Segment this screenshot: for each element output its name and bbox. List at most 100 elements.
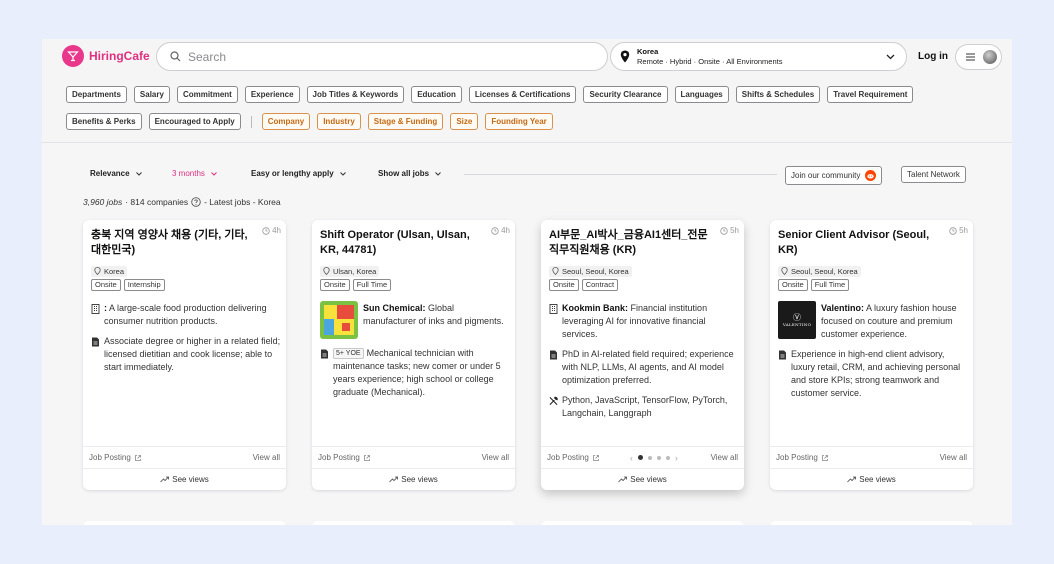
posted-time-label: 4h bbox=[272, 226, 281, 235]
job-title[interactable]: AI부문_AI박사_금융AI1센터_전문직무직원채용 (KR) bbox=[549, 228, 715, 258]
filter-size[interactable]: Size bbox=[450, 113, 479, 130]
location-label: Korea bbox=[104, 266, 125, 276]
company-row: Valentino: A luxury fashion house focuse… bbox=[821, 302, 967, 341]
next-row-card bbox=[312, 521, 515, 525]
company-name: Sun Chemical: bbox=[363, 303, 426, 313]
talent-network-button[interactable]: Talent Network bbox=[901, 166, 966, 183]
carousel-dot[interactable] bbox=[647, 455, 652, 460]
date-range-dropdown[interactable]: 3 months bbox=[172, 169, 218, 178]
search-input[interactable]: Search bbox=[156, 42, 608, 71]
chevron-down-icon bbox=[886, 54, 895, 60]
location-title: Korea bbox=[637, 46, 659, 56]
tag: Onsite bbox=[91, 279, 121, 291]
filter-founding-year[interactable]: Founding Year bbox=[485, 113, 553, 130]
tag: Full Time bbox=[810, 279, 850, 291]
chevron-down-icon bbox=[339, 171, 346, 176]
document-icon bbox=[550, 350, 557, 360]
filter-commitment[interactable]: Commitment bbox=[176, 86, 238, 103]
apply-type-dropdown[interactable]: Easy or lengthy apply bbox=[251, 169, 347, 178]
chevron-left-icon[interactable]: ‹ bbox=[630, 453, 633, 463]
account-menu-button[interactable] bbox=[955, 44, 1002, 70]
job-posting-link[interactable]: Job Posting bbox=[547, 453, 589, 462]
location-tag: Seoul, Seoul, Korea bbox=[778, 265, 861, 277]
external-link-icon bbox=[821, 454, 828, 461]
location-tag: Seoul, Seoul, Korea bbox=[549, 265, 632, 277]
requirements-row: Associate degree or higher in a related … bbox=[91, 335, 281, 374]
view-all-link[interactable]: View all bbox=[711, 453, 738, 462]
login-link[interactable]: Log in bbox=[918, 51, 948, 62]
external-link-icon bbox=[134, 454, 141, 461]
filter-industry[interactable]: Industry bbox=[317, 113, 361, 130]
sort-relevance[interactable]: Relevance bbox=[90, 169, 143, 178]
view-all-link[interactable]: View all bbox=[940, 453, 967, 462]
carousel-dot[interactable] bbox=[665, 455, 670, 460]
filter-shifts[interactable]: Shifts & Schedules bbox=[735, 86, 821, 103]
join-community-button[interactable]: Join our community bbox=[785, 166, 883, 185]
talent-network-label: Talent Network bbox=[907, 170, 960, 179]
filter-job-titles[interactable]: Job Titles & Keywords bbox=[306, 86, 405, 103]
job-posting-link[interactable]: Job Posting bbox=[318, 453, 360, 462]
show-jobs-label: Show all jobs bbox=[378, 169, 430, 178]
filter-experience[interactable]: Experience bbox=[244, 86, 300, 103]
view-all-link[interactable]: View all bbox=[482, 453, 509, 462]
skills-row: Python, JavaScript, TensorFlow, PyTorch,… bbox=[549, 394, 739, 420]
tag: Onsite bbox=[320, 279, 350, 291]
filter-encouraged[interactable]: Encouraged to Apply bbox=[148, 113, 241, 130]
job-title[interactable]: 충북 지역 영양사 채용 (기타, 기타, 대한민국) bbox=[91, 228, 257, 258]
filter-education[interactable]: Education bbox=[411, 86, 462, 103]
document-icon bbox=[92, 337, 99, 347]
filter-company[interactable]: Company bbox=[261, 113, 311, 130]
results-summary: 3,960 jobs · 814 companies - Latest jobs… bbox=[83, 197, 281, 207]
next-row-card bbox=[541, 521, 744, 525]
carousel-dot[interactable] bbox=[637, 455, 643, 460]
see-views-button[interactable]: See views bbox=[770, 468, 973, 490]
location-selector[interactable]: Korea Remote · Hybrid · Onsite · All Env… bbox=[610, 42, 907, 71]
yoe-badge: 5+ YOE bbox=[333, 348, 364, 359]
brand-logo[interactable]: HiringCafe bbox=[62, 45, 150, 67]
job-card[interactable]: Senior Client Advisor (Seoul, KR) 5h Seo… bbox=[770, 220, 973, 490]
card-footer: Job Posting ‹ › View all bbox=[541, 446, 744, 468]
job-posting-link[interactable]: Job Posting bbox=[89, 453, 131, 462]
view-all-link[interactable]: View all bbox=[253, 453, 280, 462]
show-jobs-dropdown[interactable]: Show all jobs bbox=[378, 169, 442, 178]
carousel-dot[interactable] bbox=[656, 455, 661, 460]
chevron-down-icon bbox=[135, 171, 142, 176]
see-views-button[interactable]: See views bbox=[83, 468, 286, 490]
building-icon bbox=[91, 304, 100, 314]
job-title[interactable]: Senior Client Advisor (Seoul, KR) bbox=[778, 228, 944, 258]
filter-licenses[interactable]: Licenses & Certifications bbox=[468, 86, 577, 103]
see-views-button[interactable]: See views bbox=[312, 468, 515, 490]
building-icon bbox=[549, 304, 558, 314]
filter-salary[interactable]: Salary bbox=[133, 86, 170, 103]
apply-type-label: Easy or lengthy apply bbox=[251, 169, 334, 178]
job-title[interactable]: Shift Operator (Ulsan, Ulsan, KR, 44781) bbox=[320, 228, 486, 258]
posted-time: 4h bbox=[262, 226, 281, 235]
chevron-down-icon bbox=[211, 171, 217, 176]
trend-up-icon bbox=[160, 476, 170, 483]
skills-text: Python, JavaScript, TensorFlow, PyTorch,… bbox=[562, 395, 728, 418]
filter-languages[interactable]: Languages bbox=[674, 86, 729, 103]
tag-list: Onsite Contract bbox=[549, 279, 619, 291]
requirements-text: PhD in AI-related field required; experi… bbox=[562, 349, 734, 385]
company-name: Valentino: bbox=[821, 303, 865, 313]
job-card[interactable]: 충북 지역 영양사 채용 (기타, 기타, 대한민국) 4h Korea Ons… bbox=[83, 220, 286, 490]
see-views-button[interactable]: See views bbox=[541, 468, 744, 490]
posted-time: 5h bbox=[949, 226, 968, 235]
job-posting-link[interactable]: Job Posting bbox=[776, 453, 818, 462]
external-link-icon bbox=[592, 454, 599, 461]
job-card[interactable]: AI부문_AI박사_금융AI1센터_전문직무직원채용 (KR) 5h Seoul… bbox=[541, 220, 744, 490]
location-tag: Korea bbox=[91, 265, 128, 277]
filter-security-clearance[interactable]: Security Clearance bbox=[583, 86, 668, 103]
filter-stage-funding[interactable]: Stage & Funding bbox=[367, 113, 444, 130]
next-row-card bbox=[770, 521, 973, 525]
results-suffix: - Latest jobs - Korea bbox=[204, 197, 281, 207]
hamburger-icon bbox=[966, 53, 975, 61]
job-card[interactable]: Shift Operator (Ulsan, Ulsan, KR, 44781)… bbox=[312, 220, 515, 490]
filter-benefits[interactable]: Benefits & Perks bbox=[66, 113, 142, 130]
filter-departments[interactable]: Departments bbox=[66, 86, 127, 103]
location-label: Ulsan, Korea bbox=[333, 266, 377, 276]
filter-travel[interactable]: Travel Requirement bbox=[827, 86, 914, 103]
brand-name: HiringCafe bbox=[89, 49, 150, 63]
chevron-right-icon[interactable]: › bbox=[675, 453, 678, 463]
help-icon[interactable] bbox=[191, 197, 201, 207]
